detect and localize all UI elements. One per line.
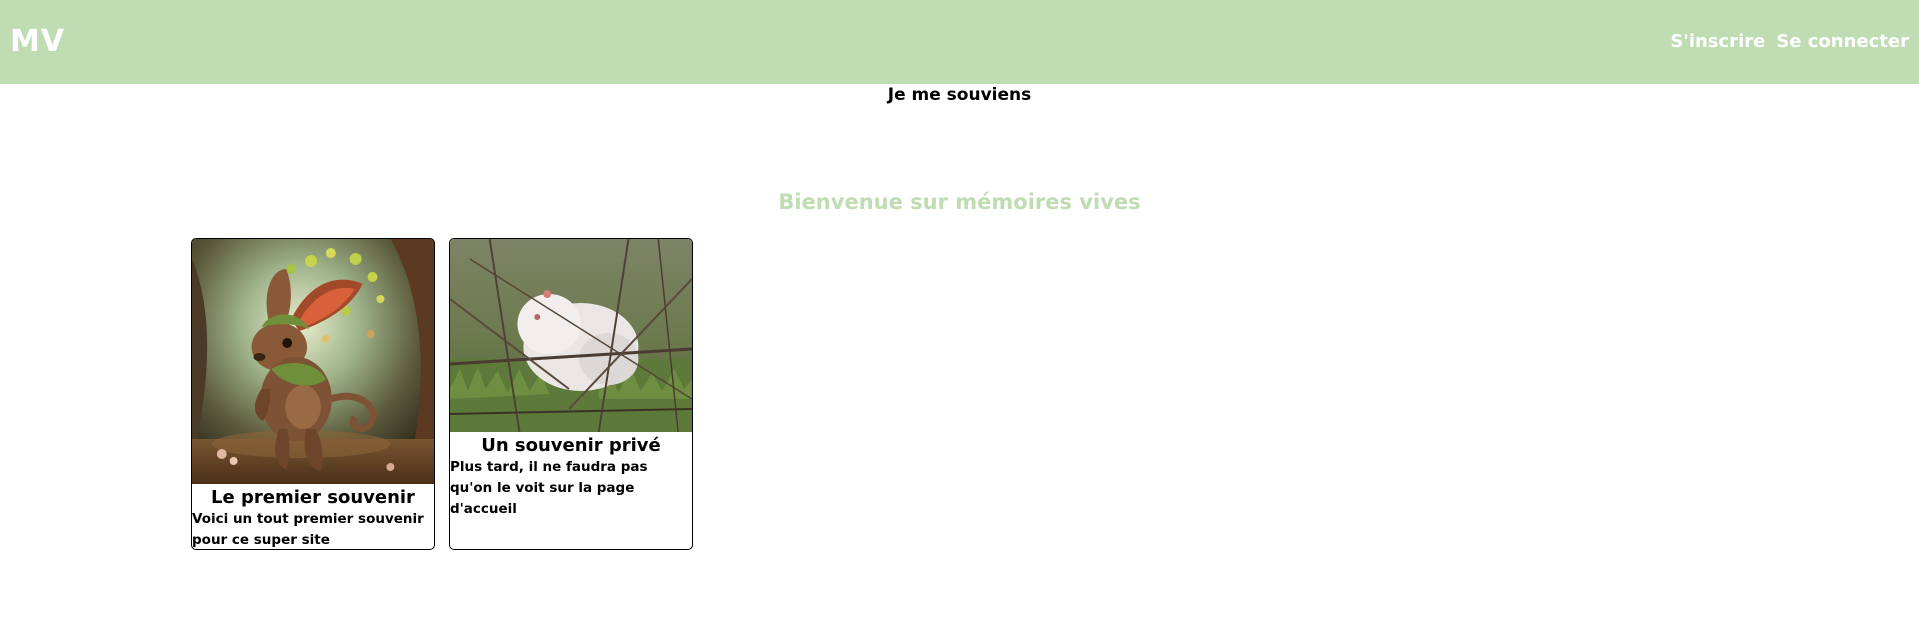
login-link[interactable]: Se connecter — [1776, 31, 1909, 52]
card-title: Le premier souvenir — [211, 487, 415, 508]
fantasy-rabbit-creature-image — [192, 239, 434, 484]
page-subtitle: Je me souviens — [887, 85, 1032, 105]
memory-card[interactable]: Un souvenir privé Plus tard, il ne faudr… — [449, 238, 693, 550]
card-description: Voici un tout premier souvenir pour ce s… — [192, 511, 424, 548]
card-description: Plus tard, il ne faudra pas qu'on le voi… — [450, 459, 648, 517]
signup-link[interactable]: S'inscrire — [1670, 31, 1765, 52]
welcome-heading: Bienvenue sur mémoires vives — [778, 190, 1141, 214]
white-animal-in-brush-image — [450, 239, 692, 432]
memory-card[interactable]: Le premier souvenir Voici un tout premie… — [191, 238, 435, 550]
site-logo[interactable]: MV — [10, 24, 65, 59]
auth-nav: S'inscrire Se connecter — [1670, 31, 1909, 52]
card-title: Un souvenir privé — [481, 435, 661, 456]
top-navbar: MV S'inscrire Se connecter — [0, 0, 1919, 84]
